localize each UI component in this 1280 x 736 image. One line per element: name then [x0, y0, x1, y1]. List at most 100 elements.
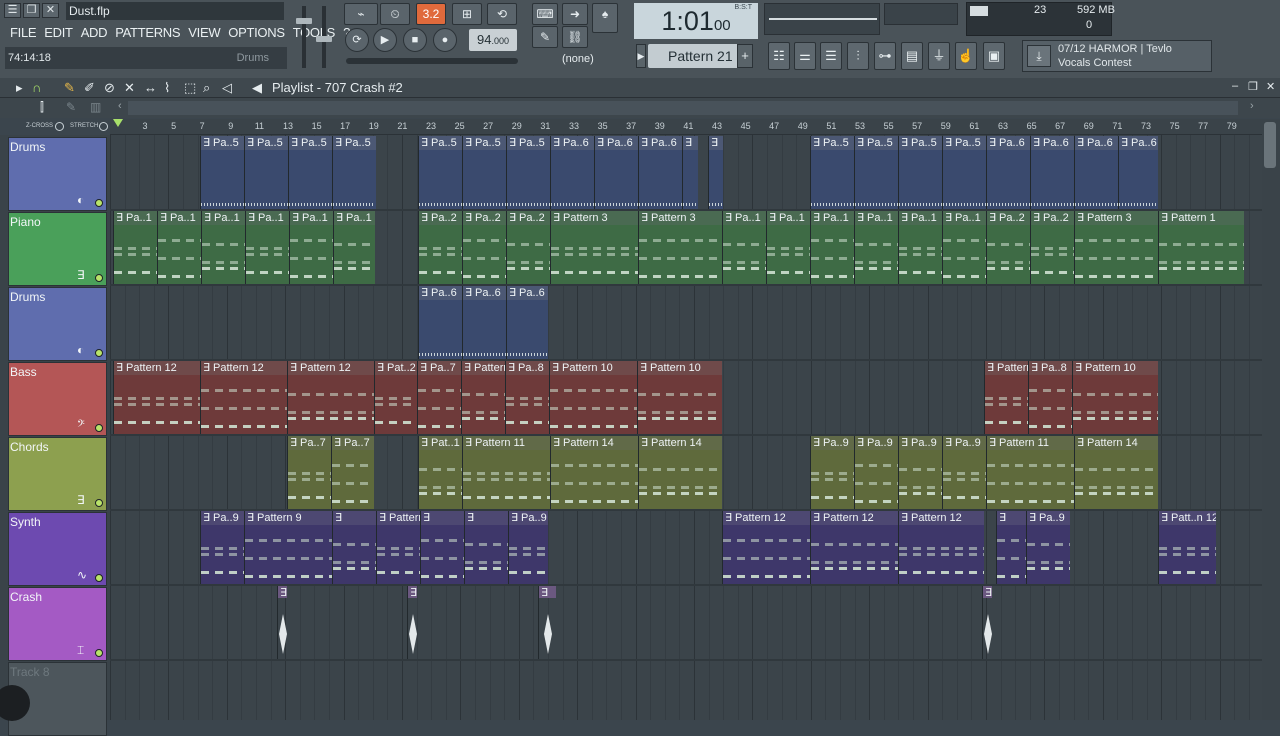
pattern-clip[interactable]: ∃ Pa..9	[200, 511, 244, 584]
pattern-clip[interactable]: ∃ Pattern 9	[376, 511, 420, 584]
pattern-clip[interactable]: ∃ Pattern 9	[244, 511, 332, 584]
waveform-zoom-icon[interactable]: ⫿	[40, 100, 44, 115]
pattern-clip[interactable]: ∃	[407, 586, 417, 659]
pattern-clip[interactable]: ∃ Pa..2	[986, 211, 1030, 284]
pattern-clip[interactable]: ∃ Pat..2	[374, 361, 417, 434]
pattern-clip[interactable]: ∃ Pa..9	[898, 436, 942, 509]
pattern-clip[interactable]: ∃ Pa..6	[986, 136, 1030, 209]
loop-record-icon[interactable]: ⟲	[487, 3, 517, 25]
pattern-clip[interactable]: ∃ Pa..9	[1026, 511, 1070, 584]
master-pitch-knob[interactable]	[316, 36, 332, 42]
multilink-select[interactable]: (none)	[562, 50, 606, 68]
wait-input-icon[interactable]: ⊞	[452, 3, 482, 25]
plugin-icon[interactable]: ⏚	[928, 42, 950, 70]
project-icon[interactable]: ▤	[901, 42, 923, 70]
track-mute-led[interactable]	[95, 574, 103, 582]
menu-patterns[interactable]: PATTERNS	[111, 24, 184, 42]
pattern-clip[interactable]: ∃ Pa..7	[287, 436, 331, 509]
pattern-clip[interactable]: ∃ Pa..1	[766, 211, 810, 284]
pattern-clip[interactable]: ∃ Pa..6	[1030, 136, 1074, 209]
pattern-clip[interactable]: ∃ Pattern 12	[898, 511, 984, 584]
snap-icon[interactable]: ♠	[592, 3, 618, 33]
paint-tool-icon[interactable]: ✐	[84, 80, 95, 96]
master-volume-slider[interactable]	[296, 6, 312, 68]
pattern-clip[interactable]: ∃ Pa..1	[113, 211, 157, 284]
track-mute-led[interactable]	[95, 499, 103, 507]
pattern-clip[interactable]: ∃ Pa..6	[594, 136, 638, 209]
pattern-clip[interactable]: ∃ Pattern 14	[638, 436, 722, 509]
pattern-clip[interactable]: ∃ Pa..7	[331, 436, 374, 509]
playlist-grid[interactable]: ∃ Pa..5 ∃ Pa..5 ∃ Pa..5 ∃ Pa..5 ∃ Pa..5 ∃ Pa.…	[110, 135, 1262, 720]
stop-button[interactable]: ■	[403, 28, 427, 52]
menu-edit[interactable]: EDIT	[40, 24, 76, 42]
system-menu-icon[interactable]: ☰	[4, 3, 21, 18]
pattern-clip[interactable]: ∃	[996, 511, 1026, 584]
playback-tool-icon[interactable]: ◁	[222, 80, 232, 96]
track-mute-led[interactable]	[95, 424, 103, 432]
pattern-clip[interactable]: ∃ Pa..2	[506, 211, 550, 284]
link-icon[interactable]: ⛓	[562, 26, 588, 48]
pattern-clip[interactable]: ∃	[538, 586, 556, 659]
pattern-clip[interactable]: ∃ Pa..1	[722, 211, 766, 284]
pattern-clip[interactable]: ∃ Pattern 14	[550, 436, 638, 509]
pattern-clip[interactable]: ∃ Pattern 12	[810, 511, 898, 584]
tempo-display[interactable]: 94.000	[469, 29, 517, 51]
pattern-clip[interactable]: ∃ Pa..6	[1074, 136, 1118, 209]
add-pattern-icon[interactable]: +	[737, 44, 753, 68]
zcross-toggle[interactable]	[55, 122, 64, 131]
pattern-clip[interactable]: ∃ Pattern 12	[722, 511, 810, 584]
playlist-icon[interactable]: ☷	[768, 42, 790, 70]
pattern-clip[interactable]: ∃ Pattern 3	[638, 211, 722, 284]
typing-keyboard-icon[interactable]: ⌨	[532, 3, 558, 25]
track-mute-led[interactable]	[95, 349, 103, 357]
pattern-clip[interactable]: ∃ Pa..5	[854, 136, 898, 209]
scroll-right-icon[interactable]: ›	[1250, 100, 1254, 112]
pattern-clip[interactable]: ∃ Pa..5	[810, 136, 854, 209]
song-position-slider[interactable]	[346, 58, 518, 64]
pattern-clip[interactable]: ∃	[982, 586, 992, 659]
pattern-clip[interactable]: ∃ Pattern 1	[1158, 211, 1244, 284]
pattern-clip[interactable]: ∃ Pattern 10	[1072, 361, 1158, 434]
song-position-display[interactable]: 3.2	[416, 3, 446, 25]
zoom-tool-icon[interactable]: ⌕	[203, 80, 210, 96]
pattern-clip[interactable]: ∃ Pa..5	[418, 136, 462, 209]
pattern-clip[interactable]: ∃ Pa..7	[417, 361, 461, 434]
pattern-clip[interactable]: ∃ Pa..8	[505, 361, 549, 434]
pattern-clip[interactable]: ∃ Pattern 12	[287, 361, 374, 434]
outline-icon[interactable]: ▣	[983, 42, 1005, 70]
pattern-clip[interactable]: ∃ Pa..1	[942, 211, 986, 284]
speaker-icon[interactable]: ◀	[252, 80, 262, 96]
pattern-clip[interactable]: ∃ Pattern 11	[462, 436, 550, 509]
time-display[interactable]: 1:0100 B:S:T	[634, 3, 758, 39]
pattern-clip[interactable]: ∃ Pattern 10	[461, 361, 505, 434]
pattern-clip[interactable]: ∃ Pa..6	[462, 286, 506, 359]
pattern-clip[interactable]: ∃	[682, 136, 698, 209]
slip-tool-icon[interactable]: ↔	[144, 80, 157, 95]
pattern-clip[interactable]: ∃ Pa..9	[942, 436, 986, 509]
pattern-clip[interactable]: ∃ Pa..6	[1118, 136, 1158, 209]
step-edit-icon[interactable]: ➜	[562, 3, 588, 25]
record-button[interactable]: ●	[433, 28, 457, 52]
pattern-clip[interactable]: ∃ Pa..1	[289, 211, 333, 284]
pattern-clip[interactable]: ∃ Pattern 12	[113, 361, 200, 434]
pattern-clip[interactable]: ∃ Patt..n 12	[1158, 511, 1216, 584]
scroll-left-icon[interactable]: ‹	[118, 100, 122, 112]
blend-icon[interactable]: ✎	[532, 26, 558, 48]
pattern-clip[interactable]: ∃	[277, 586, 287, 659]
restore-icon[interactable]: ❐	[23, 3, 40, 18]
pattern-clip[interactable]: ∃ Pattern 10	[549, 361, 637, 434]
track-mute-led[interactable]	[95, 649, 103, 657]
playhead-marker[interactable]	[113, 119, 123, 127]
menu-options[interactable]: OPTIONS	[224, 24, 288, 42]
pattern-clip[interactable]: ∃ Pattern 3	[550, 211, 638, 284]
play-button[interactable]: ▶	[373, 28, 397, 52]
pattern-clip[interactable]: ∃ Pat..1	[418, 436, 462, 509]
pattern-clip[interactable]: ∃ Pa..6	[550, 136, 594, 209]
pattern-clip[interactable]: ∃ Pa..1	[333, 211, 375, 284]
pattern-clip[interactable]: ∃	[708, 136, 723, 209]
master-volume-knob[interactable]	[296, 18, 312, 24]
pattern-clip[interactable]: ∃ Pa..1	[201, 211, 245, 284]
pattern-clip[interactable]: ∃	[464, 511, 508, 584]
pattern-clip[interactable]: ∃ Pa..8	[1028, 361, 1072, 434]
pattern-clip[interactable]: ∃ Pa..5	[942, 136, 986, 209]
